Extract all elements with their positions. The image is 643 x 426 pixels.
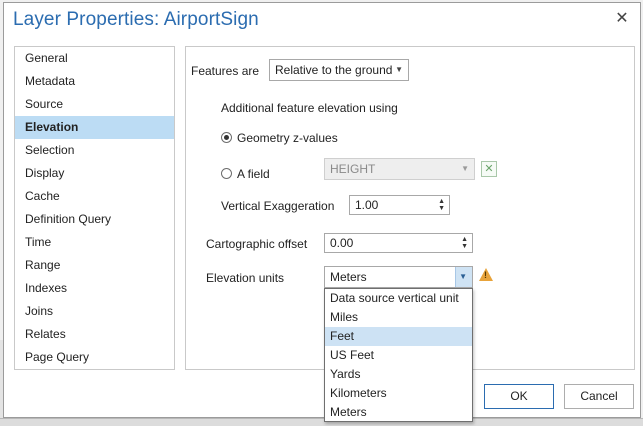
geometry-z-radio[interactable]	[221, 132, 232, 143]
option-feet[interactable]: Feet	[325, 327, 472, 346]
ok-button[interactable]: OK	[484, 384, 554, 409]
chevron-down-icon: ▼	[395, 65, 403, 74]
nav-item-relates[interactable]: Relates	[15, 323, 174, 346]
nav-item-range[interactable]: Range	[15, 254, 174, 277]
features-are-value: Relative to the ground	[275, 63, 393, 77]
nav-item-source[interactable]: Source	[15, 93, 174, 116]
nav-item-cache[interactable]: Cache	[15, 185, 174, 208]
option-data-source-vertical-unit[interactable]: Data source vertical unit	[325, 289, 472, 308]
geometry-z-label: Geometry z-values	[237, 131, 338, 145]
nav-item-general[interactable]: General	[15, 47, 174, 70]
cancel-button[interactable]: Cancel	[564, 384, 634, 409]
option-meters[interactable]: Meters	[325, 403, 472, 422]
option-yards[interactable]: Yards	[325, 365, 472, 384]
cartographic-offset-value: 0.00	[330, 236, 354, 250]
properties-nav-list: General Metadata Source Elevation Select…	[14, 46, 175, 370]
nav-item-display[interactable]: Display	[15, 162, 174, 185]
a-field-radio[interactable]	[221, 168, 232, 179]
option-miles[interactable]: Miles	[325, 308, 472, 327]
features-are-dropdown[interactable]: Relative to the ground ▼	[269, 59, 409, 81]
warning-icon: !	[479, 268, 493, 281]
cartographic-offset-label: Cartographic offset	[206, 237, 308, 251]
nav-item-indexes[interactable]: Indexes	[15, 277, 174, 300]
close-icon[interactable]: ✕	[614, 11, 630, 27]
chevron-down-icon: ▼	[461, 164, 469, 173]
spin-down-icon[interactable]: ▼	[461, 243, 468, 250]
chevron-down-icon: ▼	[459, 272, 467, 281]
cartographic-offset-stepper[interactable]: 0.00 ▲ ▼	[324, 233, 473, 253]
nav-item-selection[interactable]: Selection	[15, 139, 174, 162]
nav-item-elevation[interactable]: Elevation	[15, 116, 174, 139]
option-kilometers[interactable]: Kilometers	[325, 384, 472, 403]
dialog-title: Layer Properties: AirportSign	[13, 9, 259, 30]
nav-item-page-query[interactable]: Page Query	[15, 346, 174, 369]
nav-item-metadata[interactable]: Metadata	[15, 70, 174, 93]
option-us-feet[interactable]: US Feet	[325, 346, 472, 365]
field-value: HEIGHT	[330, 162, 376, 176]
a-field-label: A field	[237, 167, 270, 181]
spin-down-icon[interactable]: ▼	[438, 205, 445, 212]
elevation-units-dropdown[interactable]: Meters ▼	[324, 266, 473, 288]
field-dropdown: HEIGHT ▼	[324, 158, 475, 180]
vertical-exaggeration-label: Vertical Exaggeration	[221, 199, 335, 213]
elevation-units-options-list: Data source vertical unit Miles Feet US …	[324, 288, 473, 422]
elevation-units-label: Elevation units	[206, 271, 285, 285]
vertical-exaggeration-value: 1.00	[355, 198, 379, 212]
vertical-exaggeration-stepper[interactable]: 1.00 ▲ ▼	[349, 195, 450, 215]
elevation-units-value: Meters	[330, 270, 367, 284]
spin-up-icon[interactable]: ▲	[438, 198, 445, 205]
features-are-label: Features are	[191, 64, 260, 78]
additional-elevation-label: Additional feature elevation using	[221, 101, 398, 115]
nav-item-time[interactable]: Time	[15, 231, 174, 254]
expression-builder-icon: ✕	[481, 161, 497, 177]
spin-up-icon[interactable]: ▲	[461, 236, 468, 243]
nav-item-definition-query[interactable]: Definition Query	[15, 208, 174, 231]
nav-item-joins[interactable]: Joins	[15, 300, 174, 323]
